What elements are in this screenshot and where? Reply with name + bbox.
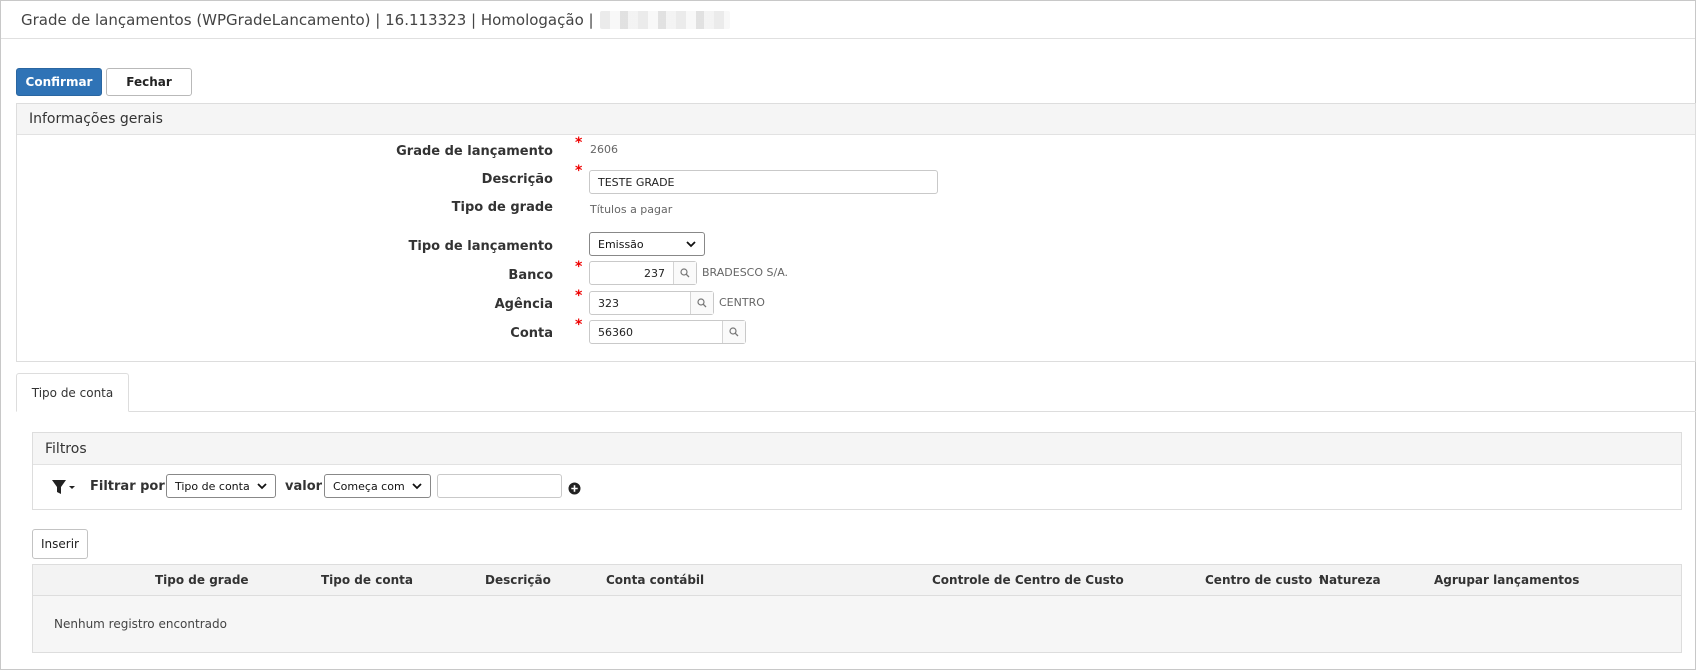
grade-label: Grade de lançamento — [396, 144, 553, 159]
required-mark: * — [575, 135, 583, 151]
conta-label: Conta — [510, 326, 553, 341]
conta-lookup[interactable]: 56360 — [589, 320, 746, 344]
required-mark: * — [575, 259, 583, 275]
column-header[interactable]: Controle de Centro de Custo — [932, 573, 1124, 587]
chevron-down-icon — [686, 238, 696, 251]
tipo-grade-label: Tipo de grade — [451, 200, 553, 215]
banco-description: BRADESCO S/A. — [702, 266, 789, 279]
search-icon — [680, 268, 690, 278]
general-info-header: Informações gerais — [17, 104, 1695, 135]
column-header[interactable]: Tipo de conta — [321, 573, 413, 587]
window-title: Grade de lançamentos (WPGradeLancamento)… — [21, 10, 594, 29]
tipo-grade-value: Títulos a pagar — [590, 203, 673, 216]
banco-lookup[interactable]: 237 — [589, 261, 697, 285]
grade-value: 2606 — [590, 143, 618, 156]
column-header[interactable]: Agrupar lançamentos — [1434, 573, 1579, 587]
app-window: Grade de lançamentos (WPGradeLancamento)… — [0, 0, 1696, 670]
search-icon — [729, 327, 739, 337]
chevron-down-icon — [257, 480, 267, 493]
empty-message: Nenhum registro encontrado — [54, 617, 227, 631]
chevron-down-icon — [412, 480, 422, 493]
records-table: Tipo de grade Tipo de conta Descrição Co… — [32, 564, 1682, 653]
redacted-environment-name — [599, 10, 730, 29]
tipo-lancamento-label: Tipo de lançamento — [408, 239, 553, 254]
title-bar: Grade de lançamentos (WPGradeLancamento)… — [1, 1, 1695, 39]
filter-field-selected: Tipo de conta — [175, 479, 250, 493]
tipo-lancamento-select[interactable]: Emissão — [589, 232, 705, 256]
column-header-sorted[interactable]: Centro de custo ↑ — [1205, 573, 1327, 587]
close-button[interactable]: Fechar — [106, 68, 192, 96]
required-mark: * — [575, 163, 583, 179]
insert-button[interactable]: Inserir — [32, 529, 88, 559]
filters-header: Filtros — [33, 433, 1681, 465]
conta-search-button[interactable] — [722, 321, 745, 343]
value-label: valor — [285, 479, 323, 494]
add-circle-icon[interactable] — [568, 480, 581, 499]
banco-search-button[interactable] — [673, 262, 696, 284]
filter-field-select[interactable]: Tipo de conta — [166, 474, 276, 498]
required-mark: * — [575, 317, 583, 333]
filter-row: Filtrar por Tipo de conta valor Começa c… — [33, 474, 1681, 500]
agencia-description: CENTRO — [719, 296, 765, 309]
filter-operator-select[interactable]: Começa com — [324, 474, 431, 498]
column-header[interactable]: Natureza — [1319, 573, 1381, 587]
filter-operator-selected: Começa com — [333, 479, 405, 493]
search-icon — [697, 298, 707, 308]
descricao-label: Descrição — [481, 172, 553, 187]
agencia-input[interactable]: 323 — [590, 292, 690, 314]
tab-bar: Tipo de conta — [16, 373, 1696, 412]
column-header[interactable]: Tipo de grade — [155, 573, 249, 587]
descricao-input[interactable]: TESTE GRADE — [589, 170, 938, 194]
banco-label: Banco — [508, 268, 553, 283]
column-header-label: Centro de custo — [1205, 573, 1313, 587]
table-header: Tipo de grade Tipo de conta Descrição Co… — [33, 565, 1681, 596]
column-header[interactable]: Conta contábil — [606, 573, 704, 587]
agencia-lookup[interactable]: 323 — [589, 291, 714, 315]
general-info-panel: Informações gerais — [16, 103, 1696, 362]
required-mark: * — [575, 288, 583, 304]
banco-input[interactable]: 237 — [590, 262, 673, 284]
tab-tipo-de-conta[interactable]: Tipo de conta — [16, 373, 129, 412]
conta-input[interactable]: 56360 — [590, 321, 722, 343]
agencia-label: Agência — [494, 297, 553, 312]
filter-icon[interactable] — [51, 479, 77, 499]
agencia-search-button[interactable] — [690, 292, 713, 314]
column-header[interactable]: Descrição — [485, 573, 551, 587]
filters-panel: Filtros Filtrar por Tipo de conta valor … — [32, 432, 1682, 510]
confirm-button[interactable]: Confirmar — [16, 68, 102, 96]
tipo-lancamento-selected: Emissão — [598, 237, 644, 251]
filter-value-input[interactable] — [437, 474, 562, 498]
filter-by-label: Filtrar por — [90, 479, 165, 494]
